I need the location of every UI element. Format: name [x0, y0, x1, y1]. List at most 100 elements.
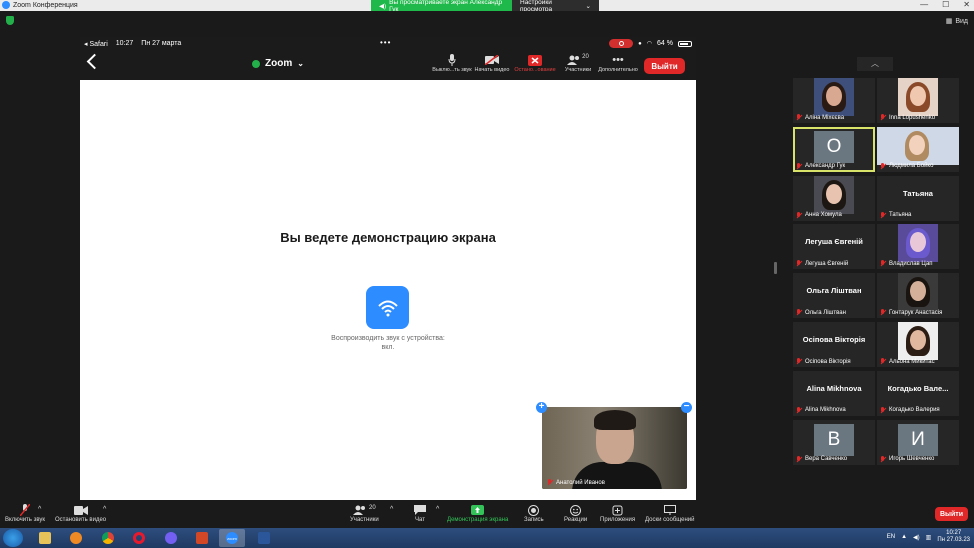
viber-taskbar-button[interactable] [158, 529, 184, 547]
participants-icon: 20 [567, 53, 589, 67]
stop-share-label: Остано...ование [514, 67, 556, 73]
participant-tile[interactable]: Когадько Вале... Когадько Валерия [877, 370, 959, 416]
participant-tile[interactable]: В Вера Савченко [793, 419, 875, 465]
pip-collapse-button[interactable]: − [681, 402, 692, 413]
explorer-taskbar-button[interactable] [32, 529, 58, 547]
ios-date: Пн 27 марта [141, 39, 182, 47]
participant-video [877, 126, 959, 165]
powerpoint-taskbar-button[interactable] [189, 529, 215, 547]
self-video-name-text: Анатолий Иванов [556, 479, 605, 486]
participant-tile[interactable]: Легуша Євгеній Легуша Євгеній [793, 224, 875, 270]
participant-tile[interactable]: Анна Хомула [793, 175, 875, 221]
participant-video [898, 78, 938, 116]
participant-name-label: Татьяна [880, 211, 911, 219]
mic-muted-icon [880, 162, 886, 170]
chat-button[interactable]: Чат [414, 503, 426, 523]
participant-tile[interactable]: Татьяна Татьяна [877, 175, 959, 221]
whiteboards-button[interactable]: Доски сообщений [645, 503, 695, 523]
apps-icon [612, 503, 623, 517]
participant-display-name: Осіпова Вікторія [802, 335, 866, 344]
clock-date: Пн 27.03.23 [937, 537, 970, 543]
mic-muted-icon [880, 358, 886, 365]
participants-options-caret[interactable]: ^ [390, 506, 393, 513]
participant-tile[interactable]: И Игорь Шевченко [877, 419, 959, 465]
participant-name: Alina Mikhnova [805, 407, 846, 414]
participant-name: Inna Lopushenko [889, 114, 936, 121]
participant-tile[interactable]: Ольга Ліштван Ольга Ліштван [793, 273, 875, 319]
chrome-taskbar-button[interactable] [95, 529, 121, 547]
participant-tile[interactable]: Владислав Цап [877, 224, 959, 270]
view-button[interactable]: ▦ Вид [946, 17, 968, 26]
chat-label: Чат [415, 517, 425, 523]
volume-icon[interactable]: ◀) [913, 534, 920, 541]
mic-muted-icon [796, 358, 802, 365]
participant-name: Когадько Валерия [889, 407, 940, 414]
self-video-thumbnail[interactable]: Анатолий Иванов [542, 407, 687, 489]
mic-muted-icon [796, 309, 802, 316]
participants-count-bottom: 20 [368, 505, 376, 511]
back-icon[interactable] [86, 53, 103, 70]
taskbar-clock[interactable]: 10:27 Пн 27.03.23 [937, 530, 970, 544]
leave-button[interactable]: Выйти [644, 58, 685, 74]
share-audio-button[interactable] [366, 286, 409, 329]
participant-tile[interactable]: Альона Микитас [877, 322, 959, 367]
opera-taskbar-button[interactable] [126, 529, 152, 547]
tray-expand-icon[interactable]: ▲ [901, 534, 907, 540]
participant-tile[interactable]: Inna Lopushenko [877, 78, 959, 123]
start-button[interactable] [3, 529, 23, 547]
mic-muted-icon [880, 114, 886, 121]
zoom-taskbar-button[interactable]: zoom [219, 529, 245, 547]
participants-label-bottom: Участники [350, 517, 379, 523]
start-video-button[interactable]: Начать видео [469, 53, 515, 73]
participant-name-label: Игорь Шевченко [880, 455, 934, 463]
minimize-button[interactable]: — [920, 0, 928, 9]
pip-expand-button[interactable]: + [536, 402, 547, 413]
chevron-down-icon: ⌄ [297, 59, 304, 68]
maximize-button[interactable]: ☐ [942, 0, 949, 9]
close-button[interactable]: ✕ [963, 0, 970, 9]
chat-options-caret[interactable]: ^ [436, 506, 439, 513]
meeting-top-strip [0, 11, 974, 29]
splitter-handle[interactable] [774, 262, 777, 274]
participant-tile[interactable]: Гонтарук Анастасія [877, 273, 959, 319]
share-status-title: Вы ведете демонстрацию экрана [280, 230, 496, 245]
mic-muted-icon [796, 260, 802, 267]
mic-muted-icon [796, 211, 802, 219]
language-indicator[interactable]: EN [887, 534, 895, 540]
video-options-caret[interactable]: ^ [103, 506, 106, 513]
participant-name-label: Inna Lopushenko [880, 114, 935, 121]
avatar-initial: О [814, 130, 854, 163]
word-taskbar-button[interactable] [251, 529, 277, 547]
back-to-safari[interactable]: ◂ Safari [84, 40, 108, 48]
reactions-button[interactable]: Реакции [564, 503, 587, 523]
record-button[interactable]: Запись [524, 503, 544, 523]
media-player-taskbar-button[interactable] [63, 529, 89, 547]
meeting-title[interactable]: Zoom ⌄ [252, 58, 304, 69]
audio-options-caret[interactable]: ^ [38, 506, 41, 513]
participant-name-label: Когадько Валерия [880, 406, 940, 414]
participant-name: Ольга Ліштван [805, 309, 846, 316]
participant-tile[interactable]: Осіпова Вікторія Осіпова Вікторія [793, 322, 875, 367]
start-video-label: Начать видео [474, 67, 510, 73]
share-screen-button[interactable]: Демонстрация экрана [447, 503, 508, 523]
participant-tile[interactable]: О Александр Гук [793, 126, 875, 172]
security-shield-icon[interactable] [6, 16, 14, 25]
stop-share-button[interactable]: Остано...ование [512, 53, 558, 73]
stop-video-button[interactable]: Остановить видео [55, 503, 106, 523]
video-off-icon [485, 53, 499, 67]
gallery-scroll-up-button[interactable]: ︿ [857, 57, 893, 71]
leave-meeting-button[interactable]: Выйти [935, 507, 968, 521]
view-settings-dropdown[interactable]: Настройки просмотра ⌄ [512, 0, 599, 13]
participant-name-label: Альона Микитас [880, 358, 935, 365]
more-button[interactable]: ••• Дополнительно [595, 53, 641, 73]
unmute-label: Включить звук [5, 517, 46, 523]
participants-button-bottom[interactable]: 20 Участники [350, 503, 379, 523]
apps-button[interactable]: Приложения [600, 503, 635, 523]
multitask-dots-icon[interactable]: ••• [380, 38, 391, 47]
mic-muted-icon [796, 114, 802, 121]
windows-taskbar: zoom EN ▲ ◀) ▥ 10:27 Пн 27.03.23 [0, 528, 974, 548]
participant-tile[interactable]: Alina Mikhnova Alina Mikhnova [793, 370, 875, 416]
participant-tile[interactable]: Людмила Бойко [877, 126, 959, 172]
participant-tile[interactable]: Аліна Міхєєва [793, 78, 875, 123]
network-icon[interactable]: ▥ [926, 534, 932, 541]
